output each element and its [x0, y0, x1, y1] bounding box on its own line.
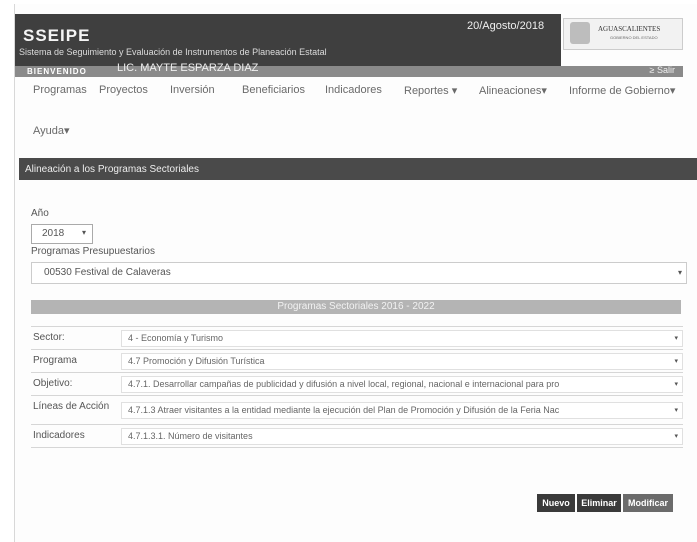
chevron-down-icon: ▾ [674, 335, 678, 342]
chevron-down-icon: ▾ [674, 407, 678, 414]
programa-value: 4.7 Promoción y Difusión Turística [128, 356, 265, 366]
welcome-bar: BIENVENIDO LIC. MAYTE ESPARZA DIAZ ≥ Sal… [15, 62, 683, 77]
nav-reportes[interactable]: Reportes ▾ [404, 84, 457, 97]
lineas-accion-label: Líneas de Acción [33, 401, 110, 412]
current-date: 20/Agosto/2018 [467, 20, 545, 32]
section-header: Alineación a los Programas Sectoriales [19, 158, 697, 180]
chevron-down-icon: ▾ [674, 433, 678, 440]
nav-inversion[interactable]: Inversión [170, 84, 215, 96]
chevron-down-icon: ▾ [677, 268, 682, 277]
form-row-sector: Sector: 4 - Economía y Turismo ▾ [31, 327, 683, 350]
welcome-label: BIENVENIDO [27, 67, 87, 76]
nav-programas[interactable]: Programas [33, 84, 87, 96]
objetivo-value: 4.7.1. Desarrollar campañas de publicida… [128, 379, 560, 389]
government-logo: AGUASCALIENTES GOBIERNO DEL ESTADO [563, 18, 683, 50]
nav-alineaciones[interactable]: Alineaciones▾ [479, 84, 547, 97]
section-title: Alineación a los Programas Sectoriales [25, 164, 199, 175]
nav-ayuda[interactable]: Ayuda▾ [33, 124, 70, 137]
seal-icon [570, 22, 590, 44]
app-header: SSEIPE Sistema de Seguimiento y Evaluaci… [15, 14, 561, 66]
form-row-programa: Programa 4.7 Promoción y Difusión Turíst… [31, 350, 683, 373]
program-select[interactable]: 00530 Festival de Calaveras ▾ [31, 262, 687, 284]
objetivo-label: Objetivo: [33, 378, 73, 389]
sector-value: 4 - Economía y Turismo [128, 333, 224, 343]
year-select[interactable]: 2018 ▾ [31, 224, 93, 244]
sector-select[interactable]: 4 - Economía y Turismo ▾ [121, 330, 683, 347]
programa-select[interactable]: 4.7 Promoción y Difusión Turística ▾ [121, 353, 683, 370]
form-row-indicadores: Indicadores 4.7.1.3.1. Número de visitan… [31, 425, 683, 448]
indicadores-select[interactable]: 4.7.1.3.1. Número de visitantes ▾ [121, 428, 683, 445]
nav-indicadores[interactable]: Indicadores [325, 84, 382, 96]
alignment-form: Sector: 4 - Economía y Turismo ▾ Program… [31, 326, 683, 448]
programa-label: Programa [33, 355, 77, 366]
program-value: 00530 Festival de Calaveras [44, 267, 171, 278]
sector-label: Sector: [33, 332, 65, 343]
delete-button[interactable]: Eliminar [577, 494, 621, 512]
indicadores-value: 4.7.1.3.1. Número de visitantes [128, 431, 253, 441]
chevron-down-icon: ▾ [674, 381, 678, 388]
form-row-objetivo: Objetivo: 4.7.1. Desarrollar campañas de… [31, 373, 683, 396]
objetivo-select[interactable]: 4.7.1. Desarrollar campañas de publicida… [121, 376, 683, 393]
programs-label: Programas Presupuestarios [31, 246, 155, 257]
app-title: SSEIPE [23, 26, 91, 45]
nav-beneficiarios[interactable]: Beneficiarios [242, 84, 305, 96]
nav-informe-gobierno[interactable]: Informe de Gobierno▾ [569, 84, 675, 97]
year-label: Año [31, 208, 49, 219]
modify-button[interactable]: Modificar [623, 494, 673, 512]
sectoral-programs-band: Programas Sectoriales 2016 - 2022 [31, 300, 681, 314]
chevron-down-icon: ▾ [674, 358, 678, 365]
user-name: LIC. MAYTE ESPARZA DIAZ [117, 62, 259, 74]
new-button[interactable]: Nuevo [537, 494, 575, 512]
form-row-lineas-accion: Líneas de Acción 4.7.1.3 Atraer visitant… [31, 396, 683, 425]
page: SSEIPE Sistema de Seguimiento y Evaluaci… [14, 4, 697, 542]
year-value: 2018 [42, 228, 65, 239]
chevron-down-icon: ▾ [81, 228, 86, 237]
logo-subtext: GOBIERNO DEL ESTADO [610, 35, 658, 40]
indicadores-label: Indicadores [33, 430, 85, 441]
app-subtitle: Sistema de Seguimiento y Evaluación de I… [19, 47, 327, 57]
nav-proyectos[interactable]: Proyectos [99, 84, 148, 96]
logo-text: AGUASCALIENTES [598, 25, 661, 33]
logout-link[interactable]: ≥ Salir [650, 65, 675, 75]
lineas-accion-select[interactable]: 4.7.1.3 Atraer visitantes a la entidad m… [121, 402, 683, 419]
lineas-accion-value: 4.7.1.3 Atraer visitantes a la entidad m… [128, 405, 560, 415]
